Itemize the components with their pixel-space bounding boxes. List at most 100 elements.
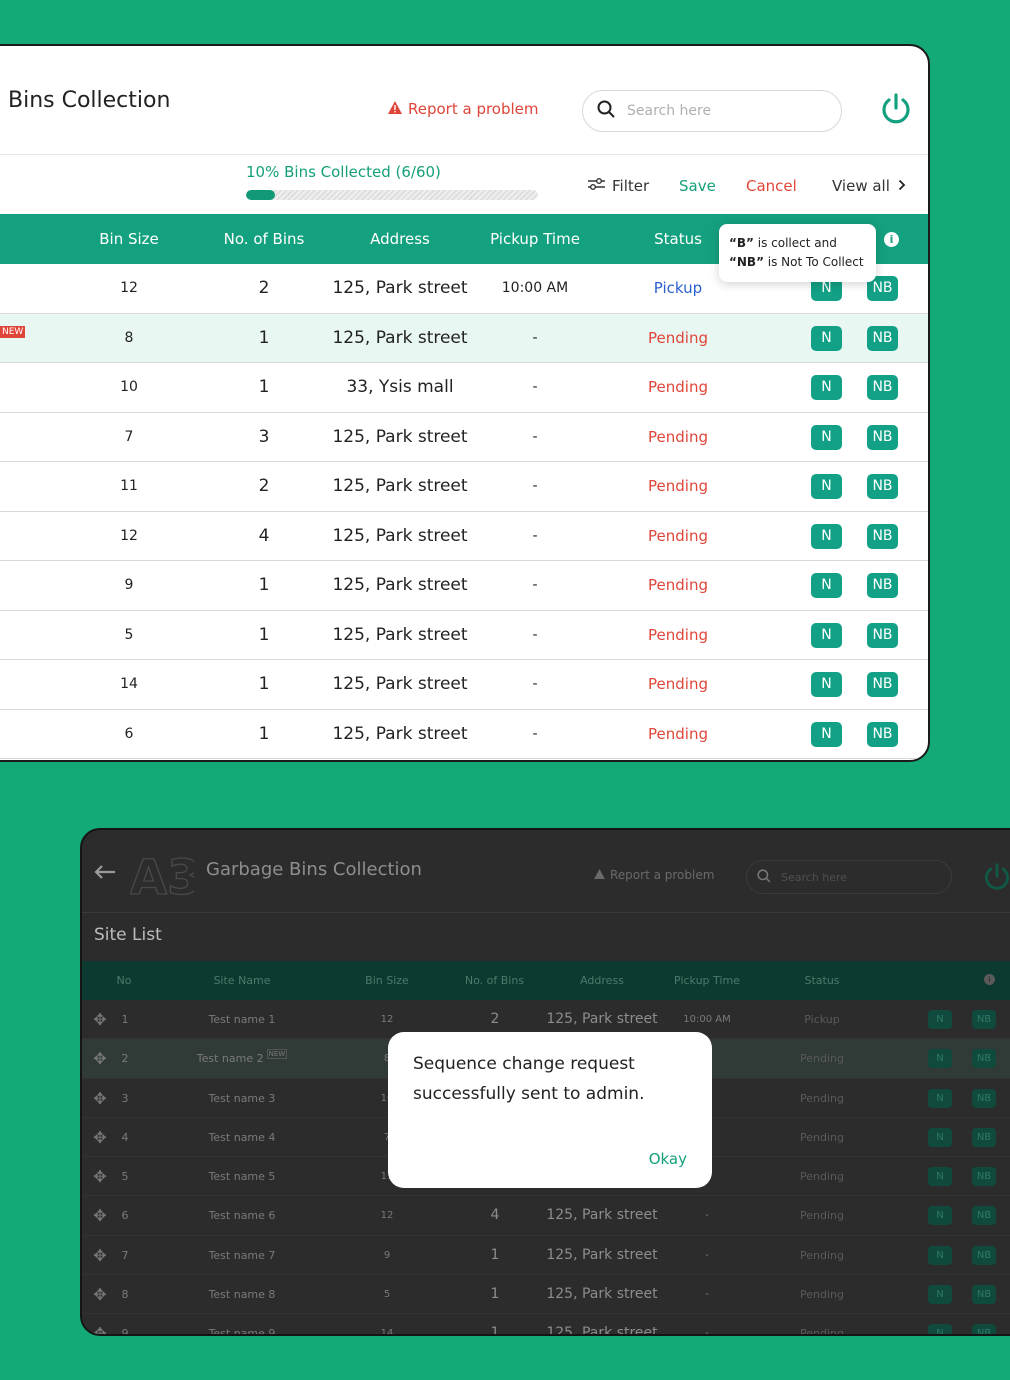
row-number-cell: 2 <box>121 1052 129 1066</box>
collect-tag-button[interactable]: N <box>928 1049 952 1069</box>
report-problem-label: Report a problem <box>610 868 715 882</box>
collect-tag-button[interactable]: N <box>811 573 842 598</box>
collect-tag-button[interactable]: N <box>928 1245 952 1265</box>
drag-handle-icon[interactable]: ✥ <box>88 1157 112 1196</box>
report-problem-link[interactable]: Report a problem <box>388 100 539 118</box>
not-collect-tag-button[interactable]: NB <box>972 1049 996 1069</box>
filter-button[interactable]: Filter <box>588 177 649 195</box>
status-cell: Pending <box>648 526 708 545</box>
bin-size-cell: 5 <box>124 626 134 643</box>
column-header-no-of-bins: No. of Bins <box>223 230 305 248</box>
status-cell: Pending <box>800 1052 844 1066</box>
search-box[interactable] <box>746 860 952 894</box>
okay-button[interactable]: Okay <box>649 1150 687 1168</box>
collect-tag-button[interactable]: N <box>928 1285 952 1305</box>
view-all-link[interactable]: View all <box>832 177 906 195</box>
bin-size-cell: 12 <box>380 1210 394 1222</box>
not-collect-tag-button[interactable]: NB <box>972 1206 996 1226</box>
power-icon[interactable] <box>879 92 913 130</box>
not-collect-tag-button[interactable]: NB <box>867 523 898 549</box>
power-icon[interactable] <box>982 862 1010 896</box>
table-row[interactable]: 11 2 125, Park street - Pending N NB <box>0 462 928 512</box>
table-row[interactable]: 12 4 125, Park street - Pending N NB <box>0 512 928 561</box>
collect-tag-button[interactable]: N <box>811 474 842 499</box>
row-number-cell: 5 <box>121 1170 129 1184</box>
site-name-cell: Test name 8 <box>208 1288 276 1302</box>
not-collect-tag-button[interactable]: NB <box>972 1245 996 1265</box>
back-arrow-icon[interactable] <box>94 864 116 884</box>
view-all-label: View all <box>832 177 890 195</box>
drag-handle-icon[interactable]: ✥ <box>88 1079 112 1118</box>
table-row[interactable]: ✥ 8 Test name 8 5 1 125, Park street - Pending N… <box>82 1275 1010 1315</box>
table-row[interactable]: 9 1 125, Park street - Pending N NB <box>0 561 928 611</box>
drag-handle-icon[interactable]: ✥ <box>88 1000 112 1039</box>
table-row[interactable]: 10 1 33, Ysis mall - Pending N NB <box>0 363 928 413</box>
drag-handle-icon[interactable]: ✥ <box>88 1236 112 1275</box>
not-collect-tag-button[interactable]: NB <box>972 1010 996 1029</box>
collect-tag-button[interactable]: N <box>928 1010 952 1029</box>
pickup-time-cell: - <box>532 725 538 742</box>
no-of-bins-cell: 1 <box>490 1286 500 1303</box>
save-button[interactable]: Save <box>679 177 716 195</box>
collect-tag-button[interactable]: N <box>928 1206 952 1226</box>
not-collect-tag-button[interactable]: NB <box>972 1167 996 1187</box>
bins-collection-card: Bins Collection Report a problem 10% Bin… <box>0 44 930 762</box>
info-icon[interactable]: i <box>984 974 995 985</box>
collect-tag-button[interactable]: N <box>811 622 842 648</box>
collect-tag-button[interactable]: N <box>928 1324 952 1334</box>
table-row[interactable]: ✥ 9 Test name 9 14 1 125, Park street - Pending… <box>82 1314 1010 1336</box>
not-collect-tag-button[interactable]: NB <box>972 1324 996 1334</box>
collect-tag-button[interactable]: N <box>811 424 842 450</box>
search-input[interactable] <box>627 103 817 119</box>
status-cell: Pending <box>800 1327 844 1336</box>
no-of-bins-cell: 4 <box>258 525 270 546</box>
row-number-cell: 3 <box>121 1091 129 1105</box>
drag-handle-icon[interactable]: ✥ <box>88 1314 112 1334</box>
column-header-status: Status <box>654 230 702 248</box>
search-box[interactable] <box>582 90 842 132</box>
table-row[interactable]: NEW 8 1 125, Park street - Pending N NB <box>0 313 928 363</box>
collect-tag-button[interactable]: N <box>811 325 842 351</box>
collect-tag-button[interactable]: N <box>811 375 842 400</box>
site-name-cell: Test name 7 <box>208 1248 276 1262</box>
pickup-time-cell: - <box>532 626 538 643</box>
table-row[interactable]: 5 1 125, Park street - Pending N NB <box>0 611 928 660</box>
table-row[interactable]: 6 1 125, Park street - Pending N NB <box>0 710 928 759</box>
not-collect-tag-button[interactable]: NB <box>867 573 898 598</box>
pickup-time-cell: - <box>705 1210 709 1222</box>
table-row[interactable]: ✥ 7 Test name 7 9 1 125, Park street - Pending N… <box>82 1236 1010 1276</box>
row-number-cell: 7 <box>121 1248 129 1262</box>
not-collect-tag-button[interactable]: NB <box>867 672 898 697</box>
info-icon[interactable]: i <box>884 232 899 247</box>
not-collect-tag-button[interactable]: NB <box>867 721 898 747</box>
status-cell: Pending <box>648 427 708 446</box>
table-row[interactable]: ✥ 6 Test name 6 12 4 125, Park street - Pending… <box>82 1196 1010 1236</box>
not-collect-tag-button[interactable]: NB <box>972 1088 996 1108</box>
progress-bar-fill <box>246 190 276 200</box>
not-collect-tag-button[interactable]: NB <box>867 474 898 499</box>
not-collect-tag-button[interactable]: NB <box>972 1285 996 1305</box>
not-collect-tag-button[interactable]: NB <box>867 325 898 351</box>
not-collect-tag-button[interactable]: NB <box>972 1127 996 1147</box>
drag-handle-icon[interactable]: ✥ <box>88 1275 112 1314</box>
drag-handle-icon[interactable]: ✥ <box>88 1039 112 1078</box>
collect-tag-button[interactable]: N <box>928 1088 952 1108</box>
drag-handle-icon[interactable]: ✥ <box>88 1196 112 1235</box>
collect-tag-button[interactable]: N <box>811 523 842 549</box>
address-cell: 33, Ysis mall <box>346 377 454 397</box>
collect-tag-button[interactable]: N <box>928 1127 952 1147</box>
table-row[interactable]: 7 3 125, Park street - Pending N NB <box>0 413 928 462</box>
table-row[interactable]: 14 1 125, Park street - Pending N NB <box>0 660 928 710</box>
collect-tag-button[interactable]: N <box>811 672 842 697</box>
report-problem-label: Report a problem <box>408 100 539 118</box>
row-number-cell: 6 <box>121 1209 129 1223</box>
report-problem-link[interactable]: Report a problem <box>594 868 714 882</box>
drag-handle-icon[interactable]: ✥ <box>88 1118 112 1157</box>
collect-tag-button[interactable]: N <box>928 1167 952 1187</box>
not-collect-tag-button[interactable]: NB <box>867 622 898 648</box>
collect-tag-button[interactable]: N <box>811 721 842 747</box>
not-collect-tag-button[interactable]: NB <box>867 424 898 450</box>
cancel-button[interactable]: Cancel <box>746 177 797 195</box>
not-collect-tag-button[interactable]: NB <box>867 375 898 400</box>
search-input[interactable] <box>781 870 931 884</box>
